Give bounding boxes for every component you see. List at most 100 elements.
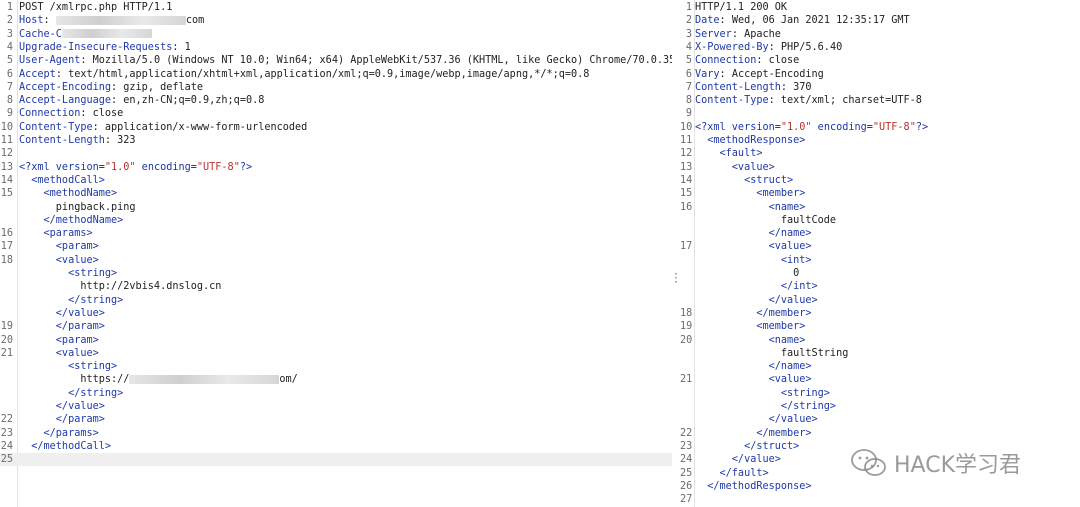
response-line[interactable]: 14 <struct> bbox=[680, 174, 1080, 187]
response-line[interactable]: 16 <name> bbox=[680, 201, 1080, 214]
response-line[interactable]: <int> bbox=[680, 254, 1080, 267]
response-line[interactable]: 0 bbox=[680, 267, 1080, 280]
response-line[interactable]: 27 bbox=[680, 493, 1080, 506]
line-text: <methodCall> bbox=[19, 174, 672, 187]
line-text: <name> bbox=[695, 334, 1080, 347]
response-line[interactable]: 22 </member> bbox=[680, 427, 1080, 440]
line-number: 18 bbox=[680, 307, 693, 319]
request-line[interactable]: pingback.ping bbox=[0, 201, 672, 214]
response-line[interactable]: faultString bbox=[680, 347, 1080, 360]
request-line[interactable]: <string> bbox=[0, 267, 672, 280]
redacted-block bbox=[61, 29, 152, 39]
code-token: </name> bbox=[695, 228, 812, 240]
response-line[interactable]: 17 <value> bbox=[680, 240, 1080, 253]
request-line[interactable]: 24 </methodCall> bbox=[0, 440, 672, 453]
request-line[interactable]: </methodName> bbox=[0, 214, 672, 227]
code-token: </name> bbox=[695, 361, 812, 373]
request-line[interactable]: 17 <param> bbox=[0, 240, 672, 253]
response-line[interactable]: 11 <methodResponse> bbox=[680, 134, 1080, 147]
line-number: 2 bbox=[685, 15, 692, 27]
request-line[interactable]: 10 Content-Type: application/x-www-form-u… bbox=[0, 121, 672, 134]
attr-value: "1.0" bbox=[780, 121, 812, 133]
code-token: <int> bbox=[695, 254, 812, 266]
request-line[interactable]: https:// om/ bbox=[0, 373, 672, 386]
request-line[interactable]: 5 User-Agent: Mozilla/5.0 (Windows NT 10.… bbox=[0, 54, 672, 67]
response-line[interactable]: 9 bbox=[680, 107, 1080, 120]
response-line[interactable]: 2 Date: Wed, 06 Jan 2021 12:35:17 GMT bbox=[680, 14, 1080, 27]
response-line[interactable]: 4 X-Powered-By: PHP/5.6.40 bbox=[680, 41, 1080, 54]
response-line[interactable]: 13 <value> bbox=[680, 161, 1080, 174]
request-line[interactable]: <string> bbox=[0, 360, 672, 373]
request-line[interactable]: 4 Upgrade-Insecure-Requests: 1 bbox=[0, 41, 672, 54]
response-line[interactable]: 21 <value> bbox=[680, 373, 1080, 386]
request-line[interactable]: 19 </param> bbox=[0, 320, 672, 333]
request-line[interactable]: 7 Accept-Encoding: gzip, deflate bbox=[0, 81, 672, 94]
response-line[interactable]: 1 HTTP/1.1 200 OK bbox=[680, 1, 1080, 14]
request-line[interactable]: 9 Connection: close bbox=[0, 107, 672, 120]
request-line[interactable]: 23 </params> bbox=[0, 427, 672, 440]
response-line[interactable]: 20 <name> bbox=[680, 334, 1080, 347]
request-line[interactable]: </string> bbox=[0, 294, 672, 307]
header-name: Connection bbox=[695, 55, 757, 67]
request-line[interactable]: 15 <methodName> bbox=[0, 187, 672, 200]
response-line[interactable]: </name> bbox=[680, 360, 1080, 373]
request-line[interactable]: 3 Cache-C bbox=[0, 28, 672, 41]
response-line[interactable]: 19 <member> bbox=[680, 320, 1080, 333]
line-number: 3 bbox=[685, 28, 692, 40]
request-line[interactable]: http://2vbis4.dnslog.cn bbox=[0, 280, 672, 293]
response-line[interactable]: </string> bbox=[680, 400, 1080, 413]
request-line[interactable]: 12 bbox=[0, 147, 672, 160]
response-line[interactable]: 10 <?xml version="1.0" encoding="UTF-8"?> bbox=[680, 121, 1080, 134]
response-viewer[interactable]: 1 HTTP/1.1 200 OK 2 Date: Wed, 06 Jan 2021 … bbox=[680, 0, 1080, 507]
header-name: Content-Length bbox=[19, 135, 105, 146]
line-number: 8 bbox=[685, 95, 692, 107]
line-text: <param> bbox=[19, 334, 672, 347]
request-line[interactable]: 8 Accept-Language: en,zh-CN;q=0.9,zh;q=0.… bbox=[0, 94, 672, 107]
code-token: <member> bbox=[695, 188, 806, 200]
response-line[interactable]: </name> bbox=[680, 227, 1080, 240]
pane-divider[interactable]: · · · bbox=[673, 0, 679, 507]
response-line[interactable]: faultCode bbox=[680, 214, 1080, 227]
request-line[interactable]: </string> bbox=[0, 387, 672, 400]
request-line[interactable]: 2 Host: com bbox=[0, 14, 672, 27]
line-text: </value> bbox=[695, 413, 1080, 426]
request-line[interactable]: 22 </param> bbox=[0, 413, 672, 426]
request-line[interactable]: 13 <?xml version="1.0" encoding="UTF-8"?> bbox=[0, 161, 672, 174]
request-line[interactable]: 1 POST /xmlrpc.php HTTP/1.1 bbox=[0, 1, 672, 14]
response-line[interactable]: 8 Content-Type: text/xml; charset=UTF-8 bbox=[680, 94, 1080, 107]
code-token: <?xml version bbox=[19, 161, 99, 173]
request-line[interactable]: </value> bbox=[0, 400, 672, 413]
response-line[interactable]: 3 Server: Apache bbox=[680, 28, 1080, 41]
request-line[interactable]: 16 <params> bbox=[0, 227, 672, 240]
response-line[interactable]: </value> bbox=[680, 294, 1080, 307]
response-line[interactable]: 5 Connection: close bbox=[680, 54, 1080, 67]
response-line[interactable]: 18 </member> bbox=[680, 307, 1080, 320]
response-line[interactable]: <string> bbox=[680, 387, 1080, 400]
response-line[interactable]: 7 Content-Length: 370 bbox=[680, 81, 1080, 94]
request-line[interactable]: 25 bbox=[0, 453, 672, 467]
response-line[interactable]: 6 Vary: Accept-Encoding bbox=[680, 68, 1080, 81]
line-number: 1 bbox=[6, 2, 13, 13]
line-number: 24 bbox=[680, 454, 693, 466]
request-line[interactable]: 18 <value> bbox=[0, 254, 672, 267]
request-line[interactable]: 11 Content-Length: 323 bbox=[0, 134, 672, 147]
request-editor[interactable]: 1 POST /xmlrpc.php HTTP/1.1 2 Host: com 3 Cac… bbox=[0, 0, 672, 507]
response-line[interactable]: 12 <fault> bbox=[680, 147, 1080, 160]
line-text: POST /xmlrpc.php HTTP/1.1 bbox=[19, 1, 672, 14]
response-line[interactable]: </value> bbox=[680, 413, 1080, 426]
response-line[interactable]: 26 </methodResponse> bbox=[680, 480, 1080, 493]
request-line[interactable]: 20 <param> bbox=[0, 334, 672, 347]
line-text: </params> bbox=[19, 427, 672, 440]
line-number: 12 bbox=[680, 148, 693, 160]
code-token: faultCode bbox=[695, 214, 837, 226]
response-line[interactable]: 15 <member> bbox=[680, 187, 1080, 200]
line-number: 11 bbox=[0, 135, 13, 146]
request-line[interactable]: </value> bbox=[0, 307, 672, 320]
header-name: Accept-Encoding bbox=[19, 81, 112, 93]
redacted-block bbox=[55, 15, 186, 25]
request-line[interactable]: 14 <methodCall> bbox=[0, 174, 672, 187]
drag-handle-icon[interactable]: · · · bbox=[674, 268, 678, 288]
request-line[interactable]: 6 Accept: text/html,application/xhtml+xml… bbox=[0, 68, 672, 81]
request-line[interactable]: 21 <value> bbox=[0, 347, 672, 360]
response-line[interactable]: </int> bbox=[680, 280, 1080, 293]
